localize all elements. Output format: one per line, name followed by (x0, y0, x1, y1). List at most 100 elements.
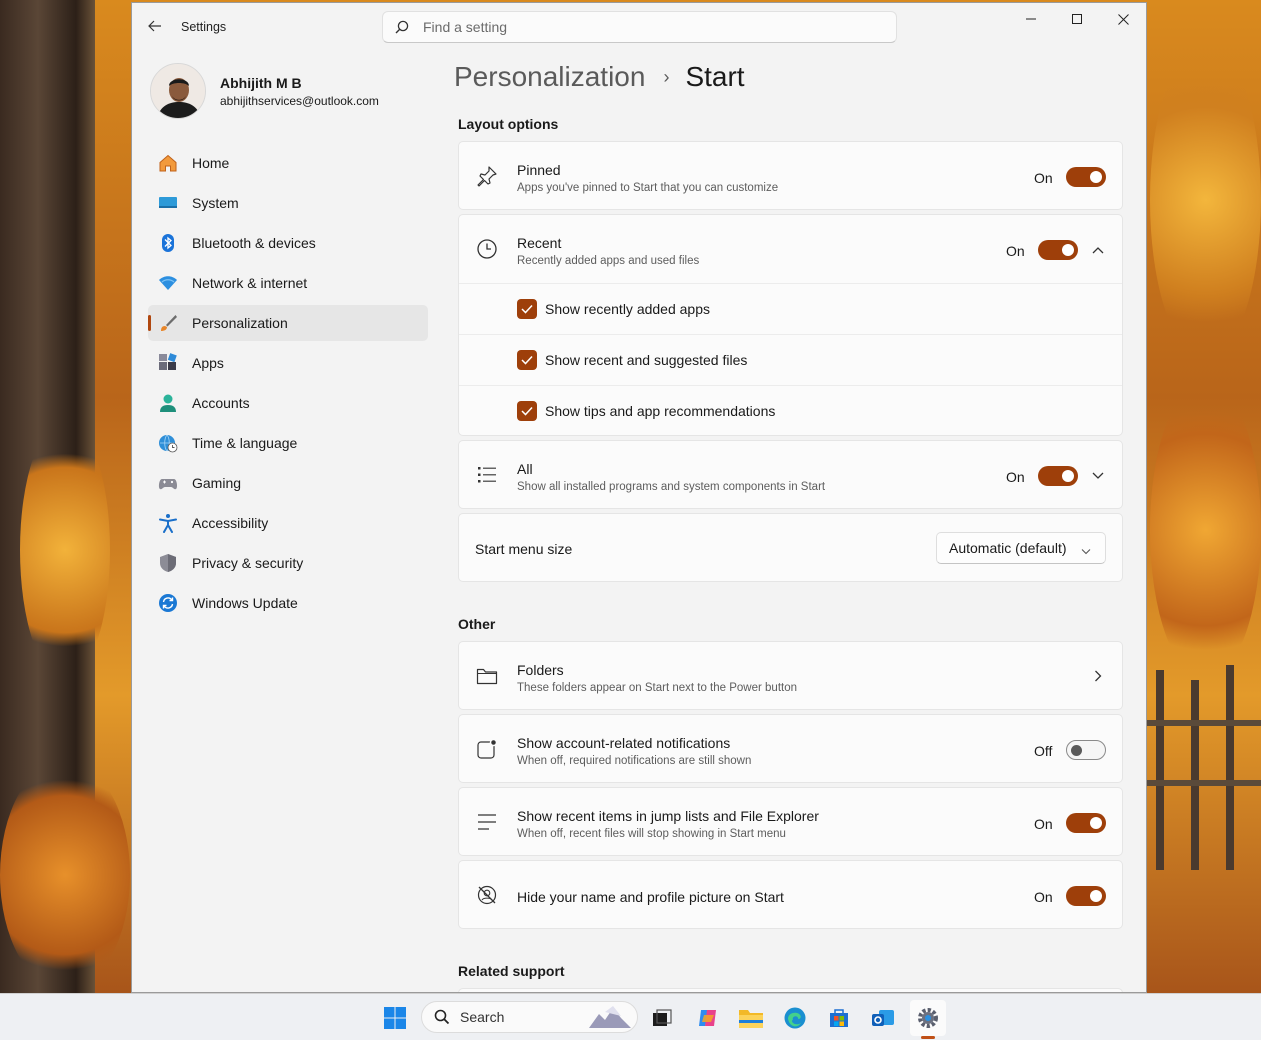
setting-card-folders[interactable]: Folders These folders appear on Start ne… (458, 641, 1123, 710)
section-title-other: Other (458, 616, 496, 632)
sidebar-item-privacy-security[interactable]: Privacy & security (148, 545, 428, 581)
gamepad-icon (158, 473, 178, 493)
profile-name: Abhijith M B (220, 74, 302, 91)
sidebar-item-label: Gaming (192, 475, 242, 491)
search-box[interactable] (382, 11, 897, 43)
recent-suggested-files-checkbox[interactable] (517, 350, 537, 370)
recently-added-apps-checkbox[interactable] (517, 299, 537, 319)
start-menu-size-dropdown[interactable]: Automatic (default) (936, 532, 1106, 564)
pinned-toggle[interactable] (1066, 167, 1106, 187)
search-icon (434, 1009, 450, 1025)
person-icon (158, 393, 178, 413)
sidebar-item-accessibility[interactable]: Accessibility (148, 505, 428, 541)
notification-badge-icon (475, 737, 499, 761)
user-profile[interactable]: Abhijith M B abhijithservices@outlook.co… (150, 61, 379, 121)
setting-card-hide-profile: Hide your name and profile picture on St… (458, 860, 1123, 929)
settings-window: Settings Abhijith M B abhij (131, 2, 1147, 993)
wifi-icon (158, 273, 178, 293)
wooden-fence-image (1146, 665, 1261, 870)
sidebar-item-label: Network & internet (192, 275, 308, 291)
toggle-state-label: On (1034, 170, 1053, 186)
sidebar-item-personalization[interactable]: Personalization (148, 305, 428, 341)
edge-button[interactable] (777, 1000, 813, 1036)
lines-icon (475, 810, 499, 834)
sidebar-item-home[interactable]: Home (148, 145, 428, 181)
maximize-button[interactable] (1054, 3, 1100, 35)
all-header-row[interactable]: All Show all installed programs and syst… (459, 441, 1122, 508)
hide-profile-toggle[interactable] (1066, 886, 1106, 906)
chevron-down-icon (1081, 542, 1091, 560)
sidebar-item-apps[interactable]: Apps (148, 345, 428, 381)
close-icon (1117, 13, 1129, 25)
setting-card-recent: Recent Recently added apps and used file… (458, 214, 1123, 436)
sidebar-item-label: Accounts (192, 395, 250, 411)
sidebar-item-accounts[interactable]: Accounts (148, 385, 428, 421)
folder-icon (475, 664, 499, 688)
sidebar-item-label: Home (192, 155, 230, 171)
checkbox-label: Show tips and app recommendations (545, 403, 776, 419)
recent-toggle[interactable] (1038, 240, 1078, 260)
store-button[interactable] (821, 1000, 857, 1036)
toggle-state-label: On (1006, 469, 1025, 485)
sidebar-item-network[interactable]: Network & internet (148, 265, 428, 301)
minimize-icon (1026, 18, 1036, 20)
globe-clock-icon (158, 433, 178, 453)
bluetooth-icon (158, 233, 178, 253)
copilot-button[interactable] (690, 1000, 726, 1036)
sidebar-item-label: Bluetooth & devices (192, 235, 316, 251)
sidebar-nav: Home System Bluetooth & devices Network … (148, 145, 428, 625)
all-toggle[interactable] (1038, 466, 1078, 486)
close-button[interactable] (1100, 3, 1146, 35)
setting-title: Hide your name and profile picture on St… (517, 889, 784, 905)
search-icon (395, 20, 409, 34)
chevron-up-icon[interactable] (1090, 242, 1106, 258)
store-icon (830, 1009, 848, 1027)
hidden-profile-icon (475, 883, 499, 907)
back-button[interactable] (144, 15, 166, 37)
recent-header-row[interactable]: Recent Recently added apps and used file… (459, 215, 1122, 283)
edge-icon (784, 1007, 806, 1029)
chevron-down-icon[interactable] (1090, 468, 1106, 484)
breadcrumb-parent[interactable]: Personalization (454, 61, 645, 93)
setting-card-pinned: Pinned Apps you've pinned to Start that … (458, 141, 1123, 210)
sidebar-item-windows-update[interactable]: Windows Update (148, 585, 428, 621)
taskbar-search[interactable]: Search (421, 1001, 638, 1033)
task-view-button[interactable] (644, 1000, 680, 1036)
avatar-photo (151, 64, 205, 118)
setting-card-start-menu-size: Start menu size Automatic (default) (458, 513, 1123, 582)
sidebar-item-gaming[interactable]: Gaming (148, 465, 428, 501)
jump-lists-toggle[interactable] (1066, 813, 1106, 833)
search-input[interactable] (423, 19, 863, 35)
minimize-button[interactable] (1008, 3, 1054, 35)
section-title-related-support: Related support (458, 963, 565, 979)
account-notifications-toggle[interactable] (1066, 740, 1106, 760)
start-button[interactable] (377, 1000, 413, 1036)
sidebar-item-bluetooth[interactable]: Bluetooth & devices (148, 225, 428, 261)
sidebar-item-system[interactable]: System (148, 185, 428, 221)
setting-title: Show recent items in jump lists and File… (517, 808, 819, 824)
setting-description: When off, required notifications are sti… (517, 755, 752, 767)
tips-recommendations-checkbox[interactable] (517, 401, 537, 421)
file-explorer-icon (739, 1010, 763, 1028)
settings-taskbar-button[interactable] (910, 1000, 946, 1036)
setting-card-account-notifications: Show account-related notifications When … (458, 714, 1123, 783)
setting-description: Recently added apps and used files (517, 255, 700, 267)
checkmark-icon (521, 304, 533, 314)
subsetting-recently-added-apps: Show recently added apps (459, 283, 1122, 334)
dropdown-selected-value: Automatic (default) (949, 540, 1067, 556)
setting-title: Folders (517, 662, 564, 678)
page-title: Start (685, 61, 745, 92)
checkbox-label: Show recently added apps (545, 301, 710, 317)
checkbox-label: Show recent and suggested files (545, 352, 748, 368)
section-title-layout-options: Layout options (458, 116, 559, 132)
outlook-button[interactable] (865, 1000, 901, 1036)
setting-title: Show account-related notifications (517, 735, 731, 751)
setting-card-jump-lists: Show recent items in jump lists and File… (458, 787, 1123, 856)
toggle-state-label: On (1034, 816, 1053, 832)
sidebar-item-time-language[interactable]: Time & language (148, 425, 428, 461)
taskbar: Search (0, 993, 1261, 1040)
search-highlight-image (589, 1006, 631, 1028)
file-explorer-button[interactable] (733, 1000, 769, 1036)
avatar (150, 63, 206, 119)
setting-description: Show all installed programs and system c… (517, 481, 826, 493)
